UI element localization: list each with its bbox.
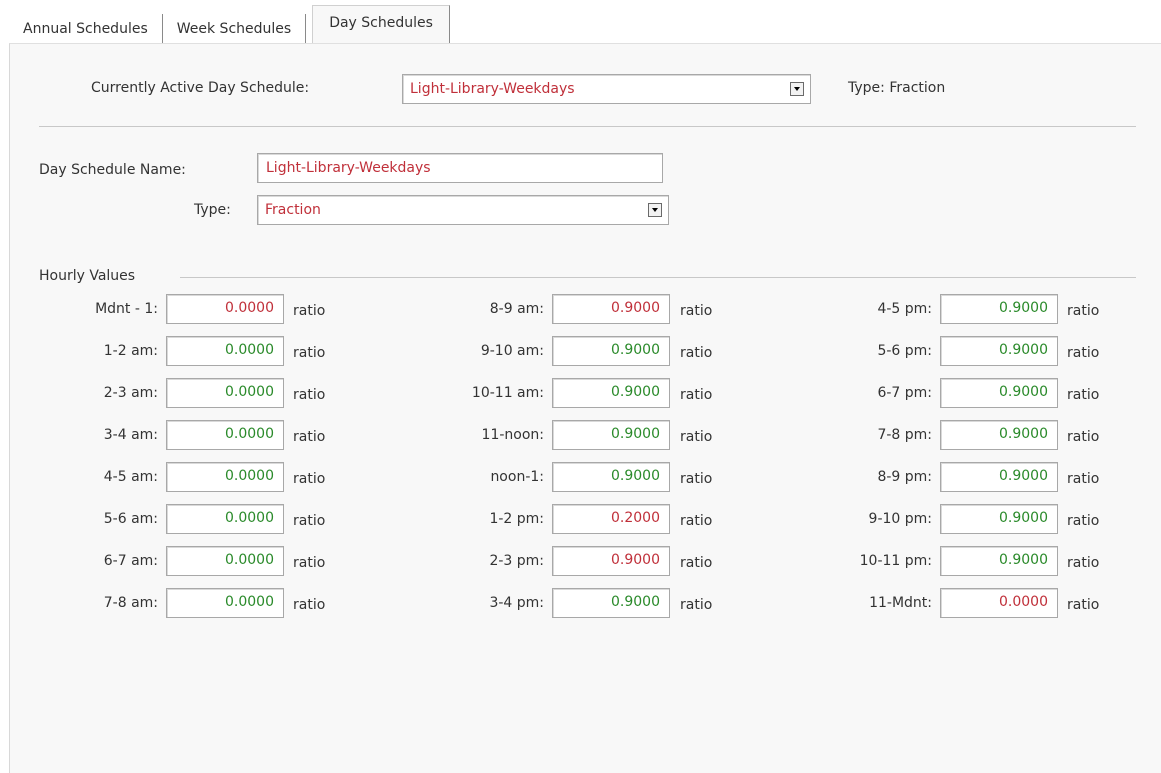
hour-unit-label: ratio bbox=[1067, 471, 1100, 487]
day-schedules-panel: Currently Active Day Schedule: Light-Lib… bbox=[9, 43, 1161, 773]
tab-week-schedules[interactable]: Week Schedules bbox=[163, 14, 307, 44]
hour-unit-label: ratio bbox=[293, 513, 326, 529]
hour-label: 10-11 pm: bbox=[859, 553, 932, 569]
active-schedule-type: Type: Fraction bbox=[848, 80, 946, 96]
hour-value-input[interactable]: 0.0000 bbox=[940, 588, 1058, 618]
hour-value-input[interactable]: 0.0000 bbox=[166, 504, 284, 534]
hour-value-input[interactable]: 0.9000 bbox=[940, 462, 1058, 492]
type-label: Type: bbox=[194, 202, 231, 218]
hour-label: 5-6 am: bbox=[103, 511, 158, 527]
active-schedule-label: Currently Active Day Schedule: bbox=[91, 80, 310, 96]
hour-value-input[interactable]: 0.0000 bbox=[166, 546, 284, 576]
hour-label: 3-4 pm: bbox=[489, 595, 544, 611]
hour-unit-label: ratio bbox=[680, 471, 713, 487]
hour-unit-label: ratio bbox=[293, 597, 326, 613]
chevron-down-icon[interactable] bbox=[790, 82, 804, 96]
hour-label: 7-8 am: bbox=[103, 595, 158, 611]
day-schedule-name-value: Light-Library-Weekdays bbox=[266, 160, 431, 176]
hour-unit-label: ratio bbox=[680, 555, 713, 571]
hour-value-input[interactable]: 0.9000 bbox=[940, 546, 1058, 576]
day-schedule-name-input[interactable]: Light-Library-Weekdays bbox=[257, 153, 663, 183]
hour-label: Mdnt - 1: bbox=[95, 301, 158, 317]
hour-unit-label: ratio bbox=[293, 345, 326, 361]
hour-label: 1-2 am: bbox=[103, 343, 158, 359]
hour-value-input[interactable]: 0.9000 bbox=[940, 336, 1058, 366]
hour-unit-label: ratio bbox=[293, 303, 326, 319]
active-schedule-value: Light-Library-Weekdays bbox=[410, 81, 575, 97]
hour-label: 9-10 am: bbox=[480, 343, 544, 359]
hour-value-input[interactable]: 0.9000 bbox=[552, 462, 670, 492]
hour-unit-label: ratio bbox=[293, 555, 326, 571]
hour-value-input[interactable]: 0.0000 bbox=[166, 294, 284, 324]
hour-value-input[interactable]: 0.0000 bbox=[166, 378, 284, 408]
hour-label: 11-Mdnt: bbox=[869, 595, 932, 611]
hour-unit-label: ratio bbox=[1067, 597, 1100, 613]
hour-value-input[interactable]: 0.2000 bbox=[552, 504, 670, 534]
chevron-down-icon[interactable] bbox=[648, 203, 662, 217]
hour-value-input[interactable]: 0.9000 bbox=[940, 294, 1058, 324]
hour-label: 3-4 am: bbox=[103, 427, 158, 443]
hour-label: noon-1: bbox=[490, 469, 544, 485]
hour-unit-label: ratio bbox=[1067, 555, 1100, 571]
hour-value-input[interactable]: 0.0000 bbox=[166, 336, 284, 366]
hour-unit-label: ratio bbox=[680, 429, 713, 445]
hour-label: 6-7 am: bbox=[103, 553, 158, 569]
hour-label: 4-5 am: bbox=[103, 469, 158, 485]
hour-unit-label: ratio bbox=[680, 303, 713, 319]
hourly-values-divider bbox=[180, 277, 1136, 278]
hour-value-input[interactable]: 0.0000 bbox=[166, 588, 284, 618]
hour-unit-label: ratio bbox=[1067, 387, 1100, 403]
hour-unit-label: ratio bbox=[1067, 303, 1100, 319]
type-value: Fraction bbox=[265, 202, 321, 218]
hour-unit-label: ratio bbox=[293, 471, 326, 487]
hour-value-input[interactable]: 0.9000 bbox=[552, 378, 670, 408]
hour-label: 7-8 pm: bbox=[877, 427, 932, 443]
tab-strip: Annual Schedules Week Schedules Day Sche… bbox=[9, 5, 450, 44]
hour-value-input[interactable]: 0.9000 bbox=[552, 294, 670, 324]
hour-unit-label: ratio bbox=[293, 429, 326, 445]
hour-label: 8-9 am: bbox=[489, 301, 544, 317]
hour-value-input[interactable]: 0.0000 bbox=[166, 420, 284, 450]
hour-label: 9-10 pm: bbox=[868, 511, 932, 527]
hour-value-input[interactable]: 0.0000 bbox=[166, 462, 284, 492]
hour-value-input[interactable]: 0.9000 bbox=[940, 504, 1058, 534]
hour-unit-label: ratio bbox=[680, 597, 713, 613]
day-schedule-name-label: Day Schedule Name: bbox=[39, 162, 186, 178]
hour-label: 4-5 pm: bbox=[877, 301, 932, 317]
hour-unit-label: ratio bbox=[293, 387, 326, 403]
hour-value-input[interactable]: 0.9000 bbox=[552, 420, 670, 450]
hour-unit-label: ratio bbox=[680, 387, 713, 403]
hour-value-input[interactable]: 0.9000 bbox=[940, 378, 1058, 408]
hour-label: 1-2 pm: bbox=[489, 511, 544, 527]
hour-label: 10-11 am: bbox=[471, 385, 544, 401]
hour-label: 2-3 pm: bbox=[489, 553, 544, 569]
hour-unit-label: ratio bbox=[1067, 513, 1100, 529]
schedule-editor-window: Annual Schedules Week Schedules Day Sche… bbox=[0, 0, 1161, 773]
tab-annual-schedules[interactable]: Annual Schedules bbox=[9, 14, 163, 44]
hour-unit-label: ratio bbox=[680, 345, 713, 361]
hour-value-input[interactable]: 0.9000 bbox=[940, 420, 1058, 450]
tab-day-schedules[interactable]: Day Schedules bbox=[312, 5, 450, 44]
hour-value-input[interactable]: 0.9000 bbox=[552, 546, 670, 576]
hour-unit-label: ratio bbox=[1067, 429, 1100, 445]
hour-value-input[interactable]: 0.9000 bbox=[552, 336, 670, 366]
hour-unit-label: ratio bbox=[1067, 345, 1100, 361]
active-schedule-dropdown[interactable]: Light-Library-Weekdays bbox=[402, 74, 811, 104]
hour-unit-label: ratio bbox=[680, 513, 713, 529]
hour-label: 5-6 pm: bbox=[877, 343, 932, 359]
hour-label: 11-noon: bbox=[481, 427, 544, 443]
hourly-values-title: Hourly Values bbox=[39, 268, 136, 284]
type-dropdown[interactable]: Fraction bbox=[257, 195, 669, 225]
hour-label: 2-3 am: bbox=[103, 385, 158, 401]
separator bbox=[39, 126, 1136, 127]
hour-label: 6-7 pm: bbox=[877, 385, 932, 401]
hour-value-input[interactable]: 0.9000 bbox=[552, 588, 670, 618]
hour-label: 8-9 pm: bbox=[877, 469, 932, 485]
